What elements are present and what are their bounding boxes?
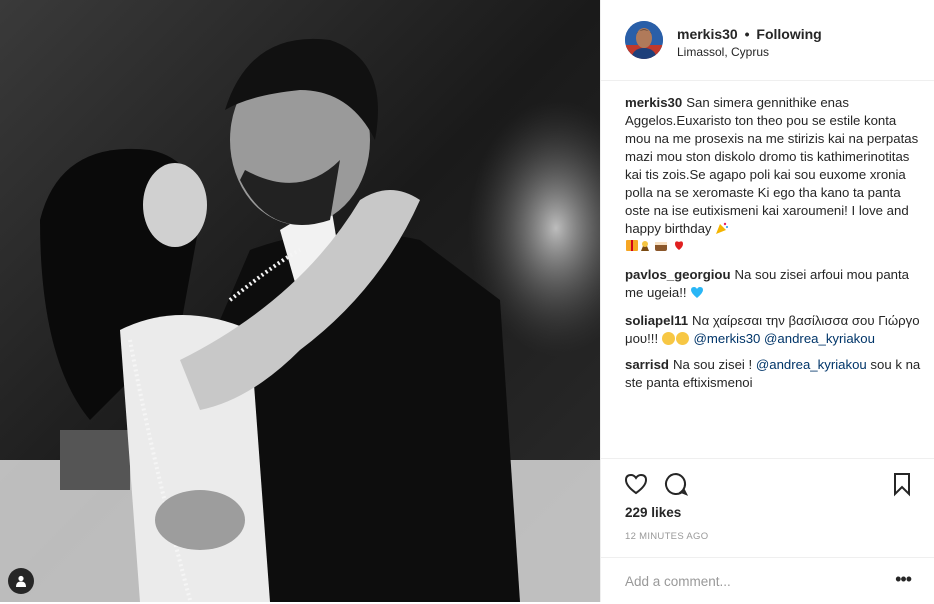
- comment-username[interactable]: merkis30: [625, 95, 682, 110]
- post-header: merkis30 • Following Limassol, Cyprus: [601, 0, 934, 81]
- separator-dot: •: [744, 26, 750, 42]
- comment-username[interactable]: soliapel11: [625, 313, 688, 328]
- post-sidebar: merkis30 • Following Limassol, Cyprus me…: [600, 0, 934, 602]
- blue-heart-emoji: [690, 286, 704, 304]
- post-actions: 229 likes 12 MINUTES AGO •••: [601, 458, 934, 603]
- avatar[interactable]: [625, 21, 663, 59]
- post-location[interactable]: Limassol, Cyprus: [677, 45, 769, 59]
- post-photo[interactable]: [0, 0, 600, 602]
- photo-image: [0, 0, 600, 602]
- bookmark-icon[interactable]: [889, 471, 915, 497]
- comment-username[interactable]: sarrisd: [625, 357, 669, 372]
- comment-item: soliapel11 Να χαίρεσαι την βασίλισσα σου …: [625, 312, 921, 348]
- comment-list: merkis30 San simera gennithike enas Aggel…: [625, 94, 921, 400]
- comment-text: San simera gennithike enas Aggelos.Euxar…: [625, 95, 919, 236]
- heart-icon[interactable]: [623, 471, 649, 497]
- party-popper-emoji: [715, 221, 729, 235]
- post-timestamp[interactable]: 12 MINUTES AGO: [625, 531, 708, 542]
- comment-bubble-icon[interactable]: [663, 471, 689, 497]
- caption: merkis30 San simera gennithike enas Aggel…: [625, 94, 921, 258]
- comment-item: sarrisd Na sou zisei ! @andrea_kyriakou s…: [625, 356, 921, 392]
- likes-count[interactable]: 229 likes: [625, 505, 681, 520]
- comment-username[interactable]: pavlos_georgiou: [625, 267, 731, 282]
- add-comment-bar: •••: [601, 557, 934, 604]
- post-author-line: merkis30 • Following: [677, 26, 822, 42]
- emoji-row: [625, 238, 687, 258]
- more-options-icon[interactable]: •••: [895, 570, 912, 588]
- post-username[interactable]: merkis30: [677, 26, 738, 42]
- user-tag-icon[interactable]: [8, 568, 34, 594]
- mention-link[interactable]: @merkis30: [693, 331, 760, 346]
- mention-link[interactable]: @andrea_kyriakou: [756, 357, 867, 372]
- comment-item: pavlos_georgiou Na sou zisei arfoui mou p…: [625, 266, 921, 304]
- following-button[interactable]: Following: [756, 26, 821, 42]
- mention-link[interactable]: @andrea_kyriakou: [764, 331, 875, 346]
- comment-text: Na sou zisei !: [673, 357, 753, 372]
- smiling-face-emoji: [675, 332, 689, 345]
- smiling-face-emoji: [661, 332, 675, 345]
- comment-input[interactable]: [623, 570, 877, 592]
